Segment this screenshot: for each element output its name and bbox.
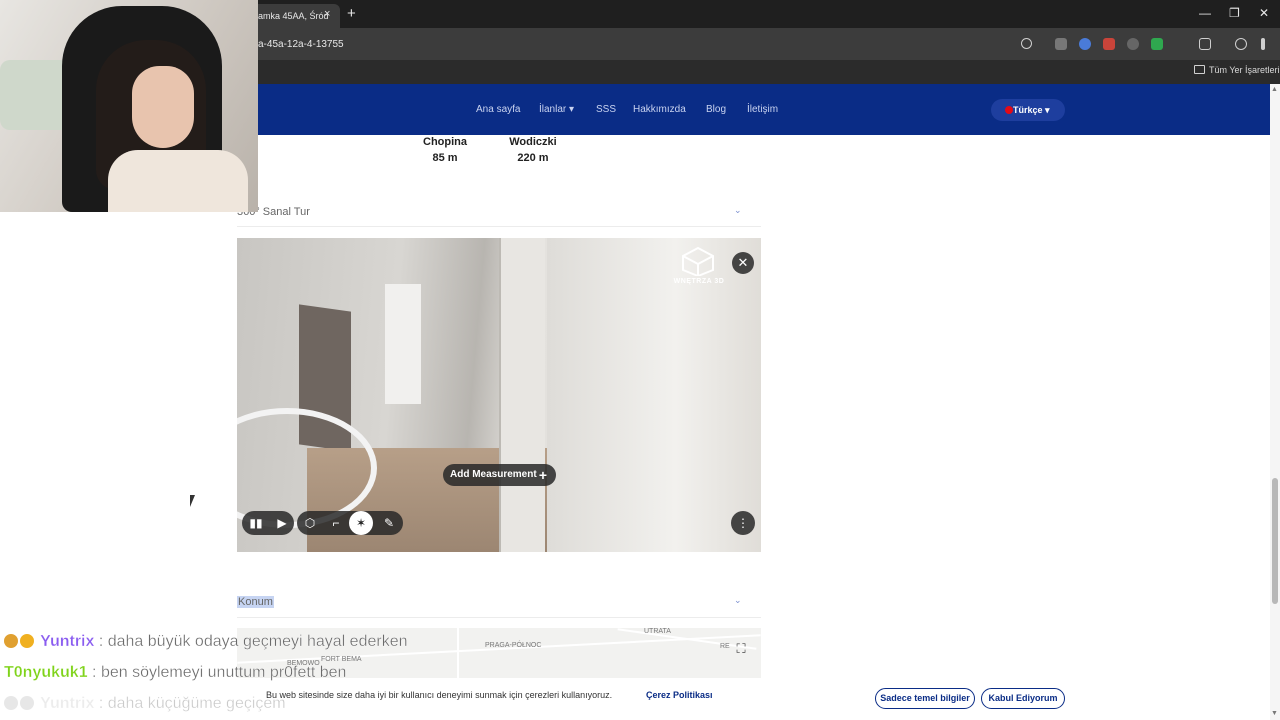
dollhouse-icon[interactable]: ⬡: [298, 511, 322, 535]
webcam-overlay: [0, 0, 258, 212]
extension-icon[interactable]: [1055, 38, 1067, 50]
nav-faq[interactable]: SSS: [596, 104, 616, 115]
map-label: PRAGA-PÓŁNOC: [485, 642, 542, 649]
map-road: [457, 628, 459, 678]
close-window-button[interactable]: ✕: [1259, 6, 1269, 20]
chat-badge-icon: [4, 634, 18, 648]
extension-icon[interactable]: [1103, 38, 1115, 50]
url-field[interactable]: a-45a-12a-4-13755: [258, 39, 344, 50]
measure-icon[interactable]: ✎: [377, 511, 401, 535]
add-measurement-button[interactable]: Add Measurement +: [443, 464, 556, 486]
chat-badge-icon: [20, 634, 34, 648]
scroll-up-icon[interactable]: ▲: [1271, 86, 1278, 93]
cookie-message: Bu web sitesinde size daha iyi bir kulla…: [266, 690, 613, 700]
maximize-button[interactable]: ❐: [1229, 6, 1240, 20]
chat-username: Yuntrix: [40, 633, 95, 650]
chevron-down-icon[interactable]: ⌄: [734, 205, 742, 216]
map-label: RE: [720, 643, 730, 650]
chat-text: : daha küçüğüme geçiçem: [98, 695, 286, 712]
chat-message: T0nyukuk1 : ben söylemeyi unuttum pr0fet…: [4, 664, 347, 682]
tour-scene-door-frame: [499, 238, 545, 552]
virtual-tour-viewer[interactable]: WNĘTRZA 3D ✕ Add Measurement + ▮▮ ▶ ⬡ ⌐ …: [237, 238, 761, 552]
map-label: UTRATA: [644, 628, 671, 635]
nav-listings[interactable]: İlanlar ▾: [539, 104, 574, 115]
puzzle-icon[interactable]: [1199, 38, 1211, 50]
nav-about[interactable]: Hakkımızda: [633, 104, 686, 115]
new-tab-button[interactable]: +: [347, 5, 356, 22]
street-name: Chopina: [423, 136, 467, 148]
scrollbar[interactable]: [1270, 84, 1280, 720]
all-bookmarks-link[interactable]: Tüm Yer İşaretleri: [1209, 65, 1280, 75]
mouse-cursor: [190, 495, 195, 507]
extension-icon[interactable]: [1079, 38, 1091, 50]
nav-contact[interactable]: İletişim: [747, 104, 778, 115]
scroll-down-icon[interactable]: ▼: [1271, 710, 1278, 717]
webcam-pillow: [0, 60, 70, 130]
menu-icon[interactable]: [1261, 38, 1265, 50]
essential-only-button[interactable]: Sadece temel bilgiler: [875, 688, 975, 709]
chat-badge-icon: [4, 696, 18, 710]
profile-icon[interactable]: [1235, 38, 1247, 50]
chat-badge-icon: [20, 696, 34, 710]
language-selector[interactable]: Türkçe ▾: [991, 99, 1065, 121]
folder-icon: [1194, 65, 1205, 74]
webcam-streamer-body: [108, 150, 248, 212]
tab-close-icon[interactable]: ×: [324, 8, 330, 20]
chat-message: Yuntrix : daha küçüğüme geçiçem: [4, 695, 286, 713]
tour-scene-window: [385, 284, 421, 404]
highlights-icon[interactable]: ▮▮: [244, 511, 268, 535]
fullscreen-icon[interactable]: ⛶: [730, 638, 752, 660]
location-section-title[interactable]: Konum: [237, 596, 274, 608]
nav-blog[interactable]: Blog: [706, 104, 726, 115]
extension-icon[interactable]: [1127, 38, 1139, 50]
plus-icon: +: [538, 467, 547, 483]
cookie-banner: [258, 680, 1270, 720]
nav-home[interactable]: Ana sayfa: [476, 104, 520, 115]
chat-message: Yuntrix : daha büyük odaya geçmeyi hayal…: [4, 633, 408, 651]
minimize-button[interactable]: —: [1199, 6, 1211, 20]
walk-icon[interactable]: ✶: [349, 511, 373, 535]
chat-username: T0nyukuk1: [4, 664, 88, 681]
close-icon[interactable]: ✕: [732, 252, 754, 274]
tour-scene-door: [547, 238, 761, 552]
webcam-streamer-face: [132, 66, 194, 148]
divider: [237, 617, 761, 618]
play-icon[interactable]: ▶: [270, 511, 294, 535]
more-options-icon[interactable]: ⋮: [731, 511, 755, 535]
shield-icon[interactable]: [1151, 38, 1163, 50]
accept-cookies-button[interactable]: Kabul Ediyorum: [981, 688, 1065, 709]
divider: [237, 226, 761, 227]
flag-icon: [1005, 106, 1013, 114]
chevron-down-icon[interactable]: ⌄: [734, 595, 742, 606]
street-distance: 220 m: [517, 152, 549, 164]
cookie-policy-link[interactable]: Çerez Politikası: [646, 690, 713, 700]
wnetrza-logo-icon: [682, 246, 714, 276]
add-measurement-label: Add Measurement: [450, 469, 537, 480]
map-label: FORT BEMA: [321, 656, 362, 663]
floorplan-icon[interactable]: ⌐: [324, 511, 348, 535]
chat-text: : daha büyük odaya geçmeyi hayal ederken: [98, 633, 408, 650]
bookmark-star-icon[interactable]: [1021, 38, 1032, 49]
logo-text: WNĘTRZA 3D: [673, 278, 725, 285]
scrollbar-thumb[interactable]: [1272, 478, 1278, 604]
chat-text: : ben söylemeyi unuttum pr0fett ben: [92, 664, 347, 681]
street-name: Wodiczki: [509, 136, 557, 148]
street-distance: 85 m: [432, 152, 458, 164]
chat-username: Yuntrix: [40, 695, 95, 712]
